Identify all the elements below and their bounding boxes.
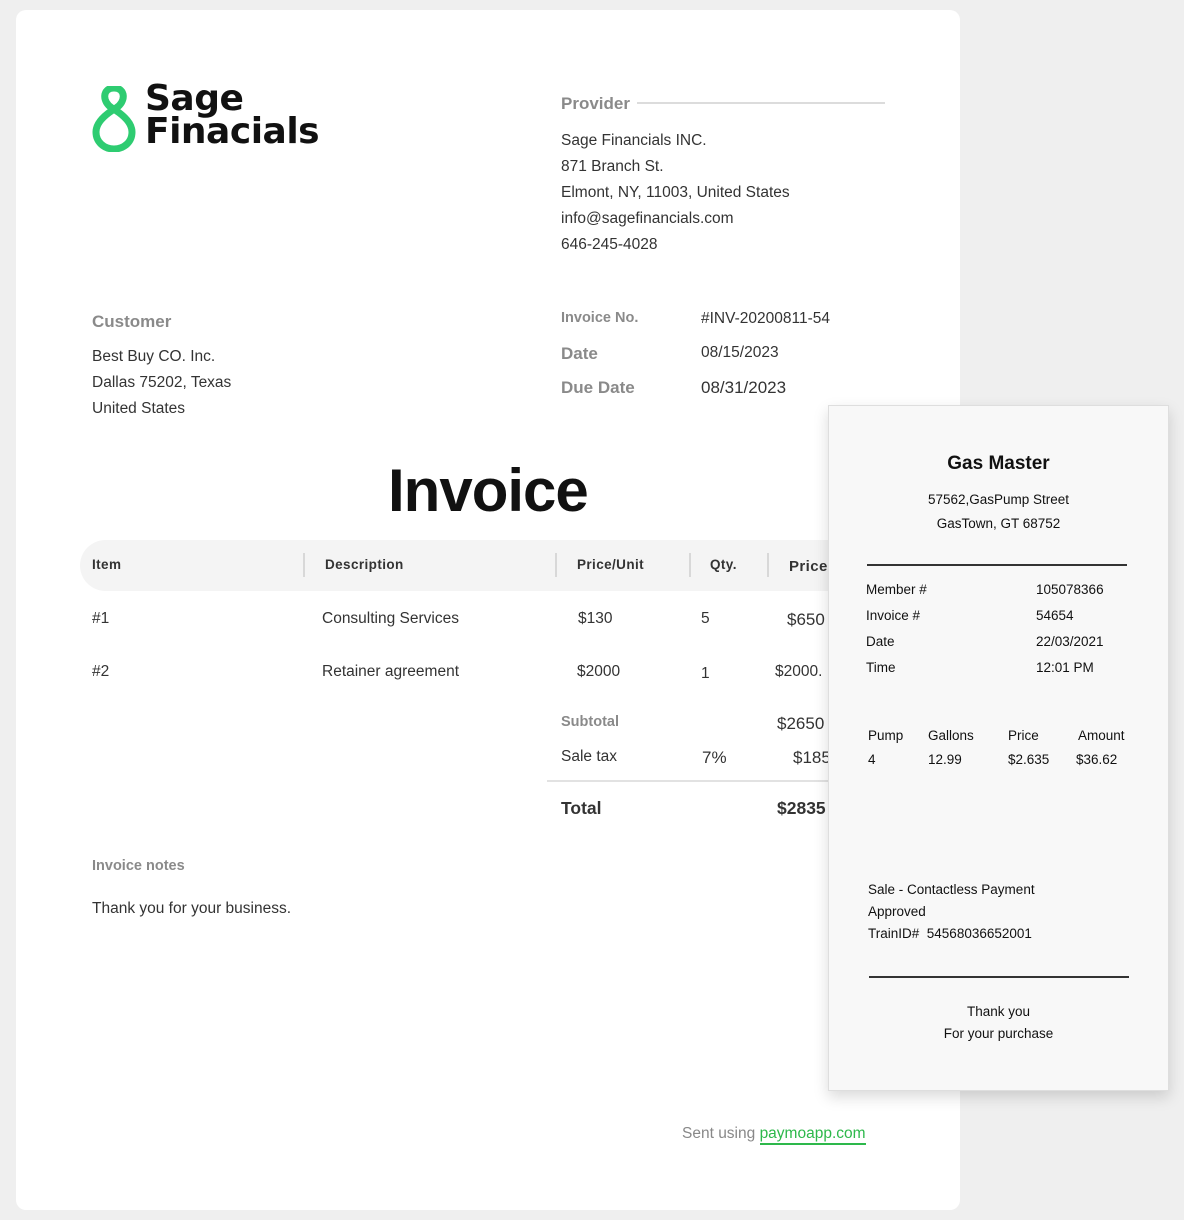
subtotal-value: $2650 — [777, 714, 825, 733]
total-label: Total — [561, 798, 602, 818]
provider-city: Elmont, NY, 11003, United States — [561, 184, 790, 201]
table-header: Item Description Price/Unit Qty. Price — [80, 540, 940, 591]
tax-value: $185 — [793, 748, 831, 767]
invoice-due-date: 08/31/2023 — [701, 378, 787, 397]
customer-company: Best Buy CO. Inc. — [92, 348, 216, 365]
subtotal-label: Subtotal — [561, 714, 619, 730]
brand-name: Sage Finacials — [145, 78, 320, 152]
receipt-address-line1: 57562,GasPump Street — [927, 492, 1070, 507]
receipt-thanks: Thank you — [966, 1004, 1031, 1019]
customer-country: United States — [92, 400, 186, 417]
receipt-divider — [867, 564, 1127, 566]
total-value: $2835 — [777, 798, 826, 818]
receipt-amount-value: $36.62 — [1076, 752, 1118, 767]
col-description: Description — [325, 557, 404, 572]
col-item: Item — [92, 557, 122, 572]
customer-address: Best Buy CO. Inc. Dallas 75202, Texas Un… — [92, 344, 231, 422]
provider-phone: 646-245-4028 — [561, 236, 658, 253]
col-divider — [767, 553, 769, 577]
receipt-gallons-value: 12.99 — [928, 752, 962, 767]
provider-address: Sage Financials INC. 871 Branch St. Elmo… — [561, 128, 790, 258]
summary-divider — [547, 780, 847, 782]
receipt-pump-value: 4 — [868, 752, 876, 767]
receipt-address-line2: GasTown, GT 68752 — [936, 516, 1061, 531]
gas-receipt: Gas Master 57562,GasPump Street GasTown,… — [828, 405, 1169, 1091]
receipt-divider — [869, 976, 1129, 978]
provider-email: info@sagefinancials.com — [561, 210, 734, 227]
col-divider — [555, 553, 557, 577]
tax-label: Sale tax — [561, 748, 618, 765]
customer-label: Customer — [92, 312, 172, 331]
receipt-status: Approved — [868, 904, 926, 919]
brand-drop-icon — [92, 86, 136, 152]
col-divider — [689, 553, 691, 577]
invoice-date: 08/15/2023 — [701, 344, 779, 361]
sent-prefix: Sent using — [682, 1125, 756, 1142]
invoice-number: #INV-20200811-54 — [701, 310, 830, 327]
receipt-col-price: Price — [1008, 728, 1039, 743]
receipt-store-name: Gas Master — [947, 453, 1050, 474]
receipt-col-amount: Amount — [1078, 728, 1125, 743]
receipt-col-pump: Pump — [868, 728, 904, 743]
sent-using: Sent using paymoapp.com — [682, 1125, 866, 1145]
provider-company: Sage Financials INC. — [561, 132, 707, 149]
receipt-price-value: $2.635 — [1008, 752, 1050, 767]
paymoapp-link[interactable]: paymoapp.com — [759, 1125, 866, 1145]
col-price-unit: Price/Unit — [577, 557, 645, 572]
table-row: #1 Consulting Services $130 5 $650 — [92, 610, 825, 629]
col-divider — [303, 553, 305, 577]
invoice-document: Sage Finacials Provider Sage Financials … — [16, 10, 960, 1210]
tax-rate: 7% — [702, 748, 727, 767]
receipt-thanks-sub: For your purchase — [943, 1026, 1054, 1041]
invoice-title: Invoice — [388, 457, 589, 524]
col-qty: Qty. — [710, 557, 737, 572]
provider-street: 871 Branch St. — [561, 158, 664, 175]
customer-city: Dallas 75202, Texas — [92, 374, 232, 391]
notes-text: Thank you for your business. — [92, 900, 292, 917]
table-row: #2 Retainer agreement $2000 1 $2000. — [92, 663, 823, 682]
provider-divider — [637, 102, 885, 104]
col-price: Price — [789, 558, 828, 575]
receipt-col-gallons: Gallons — [928, 728, 974, 743]
provider-label: Provider — [561, 94, 630, 113]
receipt-sale-type: Sale - Contactless Payment — [868, 882, 1035, 897]
receipt-train-id: TrainID# 54568036652001 — [868, 926, 1032, 941]
notes-label: Invoice notes — [92, 858, 185, 874]
